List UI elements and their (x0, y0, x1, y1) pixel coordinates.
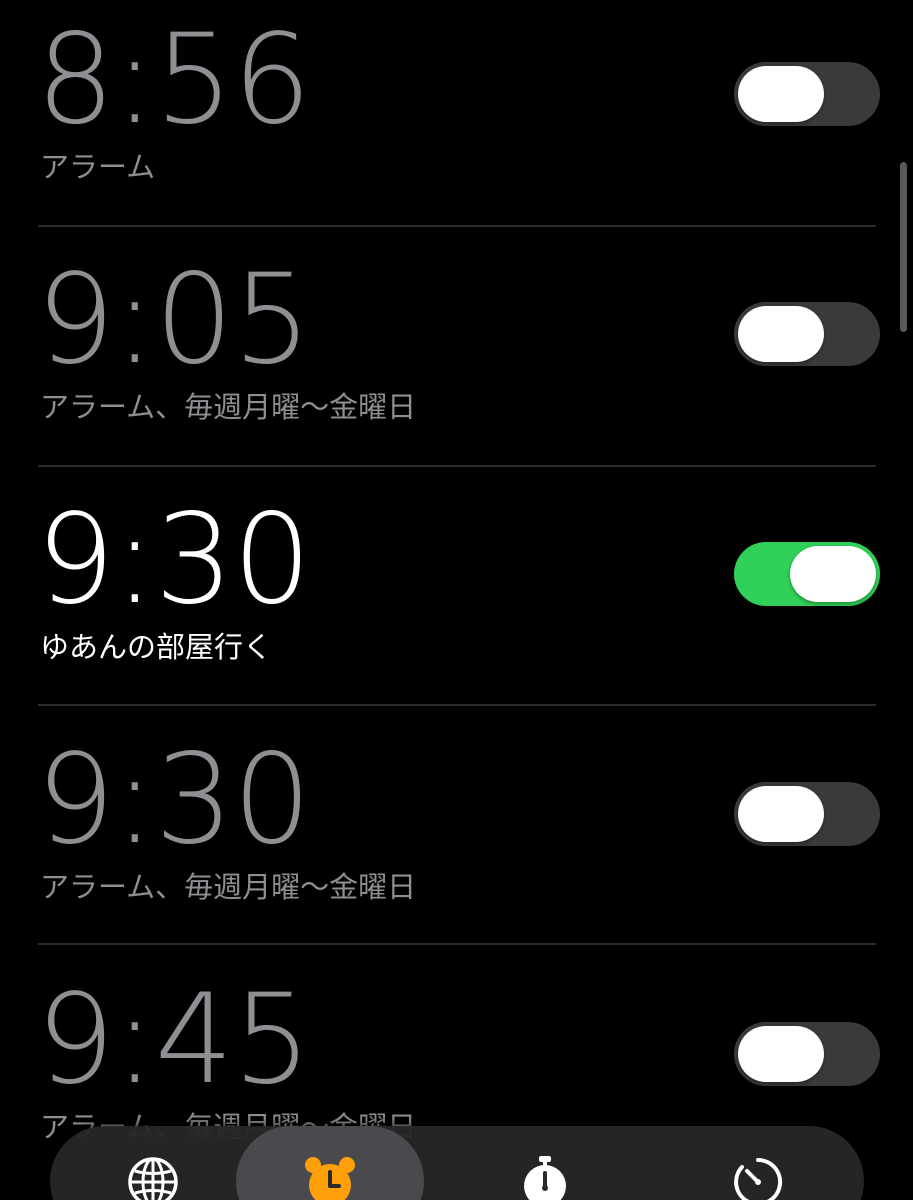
alarm-label: アラーム (40, 150, 156, 184)
alarm-row[interactable]: 9:05 アラーム、毎週月曜〜金曜日 (0, 240, 913, 480)
toggle-knob (738, 306, 824, 362)
alarm-toggle[interactable] (734, 1022, 880, 1086)
alarm-row[interactable]: 9:30 アラーム、毎週月曜〜金曜日 (0, 720, 913, 960)
row-divider (38, 943, 876, 945)
alarm-time: 9:30 (36, 488, 311, 632)
alarm-toggle[interactable] (734, 62, 880, 126)
alarm-label: アラーム、毎週月曜〜金曜日 (40, 870, 417, 904)
alarm-time: 8:56 (36, 8, 311, 152)
tab-timer[interactable] (660, 1126, 850, 1200)
toggle-knob (738, 786, 824, 842)
alarm-row[interactable]: 8:56 アラーム (0, 0, 913, 240)
scroll-indicator[interactable] (900, 162, 907, 332)
globe-icon (128, 1157, 178, 1200)
row-divider (38, 225, 876, 227)
tab-alarm[interactable] (236, 1126, 424, 1200)
alarm-time: 9:45 (36, 968, 311, 1112)
row-divider (38, 465, 876, 467)
alarm-label: ゆあんの部屋行く (40, 630, 273, 664)
alarm-time: 9:30 (36, 728, 311, 872)
toggle-knob (790, 546, 876, 602)
timer-icon (734, 1157, 783, 1200)
alarm-toggle[interactable] (734, 542, 880, 606)
tab-world-clock[interactable] (50, 1126, 240, 1200)
alarm-label: アラーム、毎週月曜〜金曜日 (40, 390, 417, 424)
stopwatch-icon (524, 1156, 566, 1200)
tab-bar (50, 1126, 864, 1200)
alarm-toggle[interactable] (734, 782, 880, 846)
toggle-knob (738, 66, 824, 122)
row-divider (38, 704, 876, 706)
alarm-time: 9:05 (36, 248, 311, 392)
toggle-knob (738, 1026, 824, 1082)
alarm-screen: 8:56 アラーム 9:05 アラーム、毎週月曜〜金曜日 9:30 ゆあんの部屋… (0, 0, 913, 1200)
alarm-row[interactable]: 9:30 ゆあんの部屋行く (0, 480, 913, 720)
tab-stopwatch[interactable] (450, 1126, 640, 1200)
alarm-toggle[interactable] (734, 302, 880, 366)
alarm-clock-icon (305, 1157, 355, 1200)
